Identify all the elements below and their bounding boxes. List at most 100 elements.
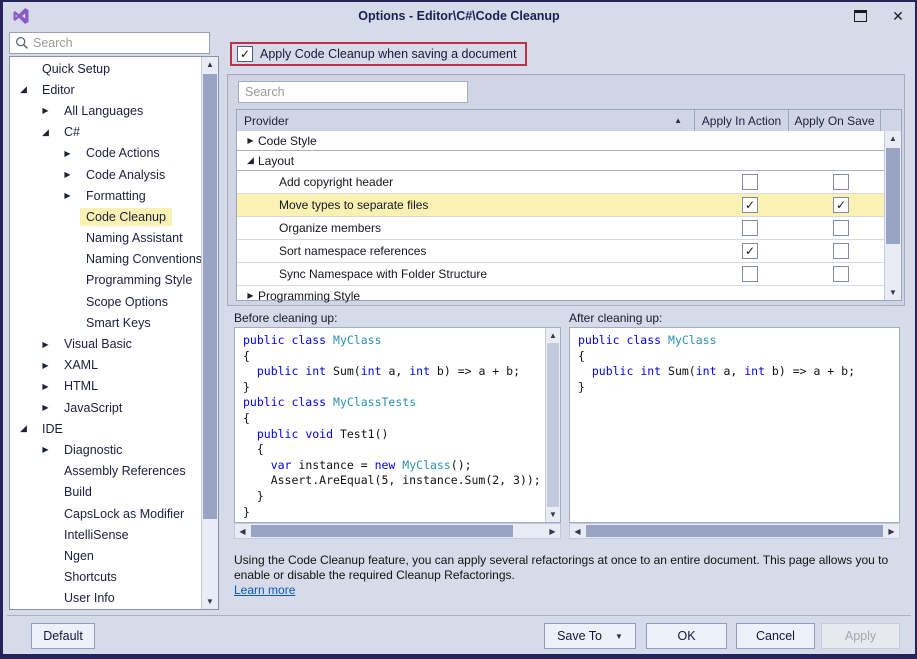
tree-expander-icon[interactable]: ◢ [243,155,258,166]
sidebar-item-label: IntelliSense [58,526,135,544]
sidebar-item-scope-options[interactable]: Scope Options [10,291,201,312]
tree-expander-icon[interactable]: ▶ [38,340,53,349]
apply-on-save-column-header[interactable]: Apply On Save [789,110,881,131]
tree-expander-icon[interactable]: ▶ [243,291,258,300]
sidebar-item-ngen[interactable]: Ngen [10,545,201,566]
sidebar-item-editor[interactable]: ◢Editor [10,79,201,100]
sidebar-item-label: Visual Basic [58,335,138,353]
sidebar-item-naming-assistant[interactable]: Naming Assistant [10,228,201,249]
scroll-left-icon[interactable]: ◀ [235,524,250,538]
tree-scrollbar[interactable]: ▲ ▼ [201,57,218,609]
sidebar-item-diagnostic[interactable]: ▶Diagnostic [10,439,201,460]
provider-column-header[interactable]: Provider ▲ [237,110,695,131]
scroll-up-icon[interactable]: ▲ [202,57,218,72]
sidebar-item-programming-style[interactable]: Programming Style [10,270,201,291]
sidebar-item-ide[interactable]: ◢IDE [10,418,201,439]
before-horizontal-scrollbar[interactable]: ◀ ▶ [234,523,561,539]
apply-on-save-checkbox[interactable] [833,174,849,190]
provider-row-code-style[interactable]: ▶Code Style [237,131,885,151]
provider-row-layout[interactable]: ◢Layout [237,151,885,171]
apply-on-save-checkbox[interactable] [833,220,849,236]
provider-row-move-types-to-separate-files[interactable]: Move types to separate files [237,194,885,217]
apply-in-action-checkbox[interactable] [742,220,758,236]
sidebar-item-capslock-as-modifier[interactable]: CapsLock as Modifier [10,503,201,524]
apply-button[interactable]: Apply [821,623,900,649]
sidebar-item-c[interactable]: ◢C# [10,122,201,143]
apply-in-action-column-header[interactable]: Apply In Action [695,110,789,131]
apply-in-action-checkbox[interactable] [742,243,758,259]
apply-in-action-checkbox[interactable] [742,197,758,213]
provider-row-programming-style[interactable]: ▶Programming Style [237,286,885,306]
apply-on-save-checkbox[interactable] [833,197,849,213]
apply-in-action-checkbox[interactable] [742,266,758,282]
tree-expander-icon[interactable]: ▶ [38,106,53,115]
scroll-down-icon[interactable]: ▼ [546,507,560,522]
tree-expander-icon[interactable]: ▶ [60,170,75,179]
tree-expander-icon[interactable]: ◢ [38,127,53,138]
sidebar-item-all-languages[interactable]: ▶ All Languages [10,100,201,121]
scroll-up-icon[interactable]: ▲ [546,328,560,343]
before-hscroll-thumb[interactable] [251,525,513,537]
sidebar-item-formatting[interactable]: ▶Formatting [10,185,201,206]
provider-table-scrollbar[interactable]: ▲ ▼ [884,131,901,300]
provider-row-add-copyright-header[interactable]: Add copyright header [237,171,885,194]
scroll-right-icon[interactable]: ▶ [545,524,560,538]
default-button[interactable]: Default [31,623,95,649]
apply-on-save-option[interactable]: Apply Code Cleanup when saving a documen… [230,42,527,66]
close-button[interactable]: ✕ [889,7,907,25]
before-vertical-scrollbar[interactable]: ▲ ▼ [545,328,560,522]
sidebar-item-visual-basic[interactable]: ▶ Visual Basic [10,333,201,354]
provider-scrollbar-thumb[interactable] [886,148,900,244]
sidebar-item-assembly-references[interactable]: Assembly References [10,461,201,482]
provider-search-input[interactable]: Search [238,81,468,103]
sidebar-item-naming-conventions[interactable]: Naming Conventions [10,249,201,270]
sidebar-item-smart-keys[interactable]: Smart Keys [10,312,201,333]
tree-expander-icon[interactable]: ▶ [38,361,53,370]
sidebar-item-intellisense[interactable]: IntelliSense [10,524,201,545]
tree-scrollbar-thumb[interactable] [203,74,217,519]
sidebar-item-xaml[interactable]: ▶XAML [10,355,201,376]
sidebar-item-label: All Languages [58,102,149,120]
after-hscroll-thumb[interactable] [586,525,883,537]
tree-expander-icon[interactable]: ◢ [16,423,31,434]
provider-table-header: Provider ▲ Apply In Action Apply On Save [236,109,902,131]
sidebar-search-input[interactable]: Search [9,32,210,54]
sidebar-item-build[interactable]: Build [10,482,201,503]
provider-row-sync-namespace-with-folder-structure[interactable]: Sync Namespace with Folder Structure [237,263,885,286]
scroll-left-icon[interactable]: ◀ [570,524,585,538]
ok-button[interactable]: OK [646,623,727,649]
provider-group-panel: Search Provider ▲ Apply In Action Apply … [227,74,905,306]
sidebar-item-user-info[interactable]: User Info [10,588,201,609]
scroll-down-icon[interactable]: ▼ [885,285,901,300]
sidebar-item-code-analysis[interactable]: ▶Code Analysis [10,164,201,185]
save-to-button[interactable]: Save To ▼ [544,623,636,649]
tree-expander-icon[interactable]: ▶ [60,149,75,158]
learn-more-link[interactable]: Learn more [234,583,295,597]
tree-expander-icon[interactable]: ▶ [243,136,258,145]
tree-expander-icon[interactable]: ▶ [60,191,75,200]
maximize-button[interactable] [851,7,869,25]
apply-code-cleanup-checkbox[interactable] [237,46,253,62]
sidebar-item-quick-setup[interactable]: Quick Setup [10,58,201,79]
scroll-down-icon[interactable]: ▼ [202,594,218,609]
sidebar-item-code-cleanup[interactable]: Code Cleanup [10,206,201,227]
maximize-icon [854,10,867,22]
tree-expander-icon[interactable]: ◢ [16,84,31,95]
sidebar-item-code-actions[interactable]: ▶Code Actions [10,143,201,164]
apply-on-save-checkbox[interactable] [833,266,849,282]
tree-expander-icon[interactable]: ▶ [38,382,53,391]
cancel-button[interactable]: Cancel [736,623,815,649]
provider-row-sort-namespace-references[interactable]: Sort namespace references [237,240,885,263]
sidebar-item-shortcuts[interactable]: Shortcuts [10,567,201,588]
provider-row-organize-members[interactable]: Organize members [237,217,885,240]
tree-expander-icon[interactable]: ▶ [38,403,53,412]
tree-expander-icon[interactable]: ▶ [38,445,53,454]
sidebar-item-javascript[interactable]: ▶JavaScript [10,397,201,418]
scroll-up-icon[interactable]: ▲ [885,131,901,146]
apply-on-save-checkbox[interactable] [833,243,849,259]
before-vscroll-thumb[interactable] [547,343,559,507]
sidebar-item-html[interactable]: ▶HTML [10,376,201,397]
after-horizontal-scrollbar[interactable]: ◀ ▶ [569,523,900,539]
apply-in-action-checkbox[interactable] [742,174,758,190]
scroll-right-icon[interactable]: ▶ [884,524,899,538]
